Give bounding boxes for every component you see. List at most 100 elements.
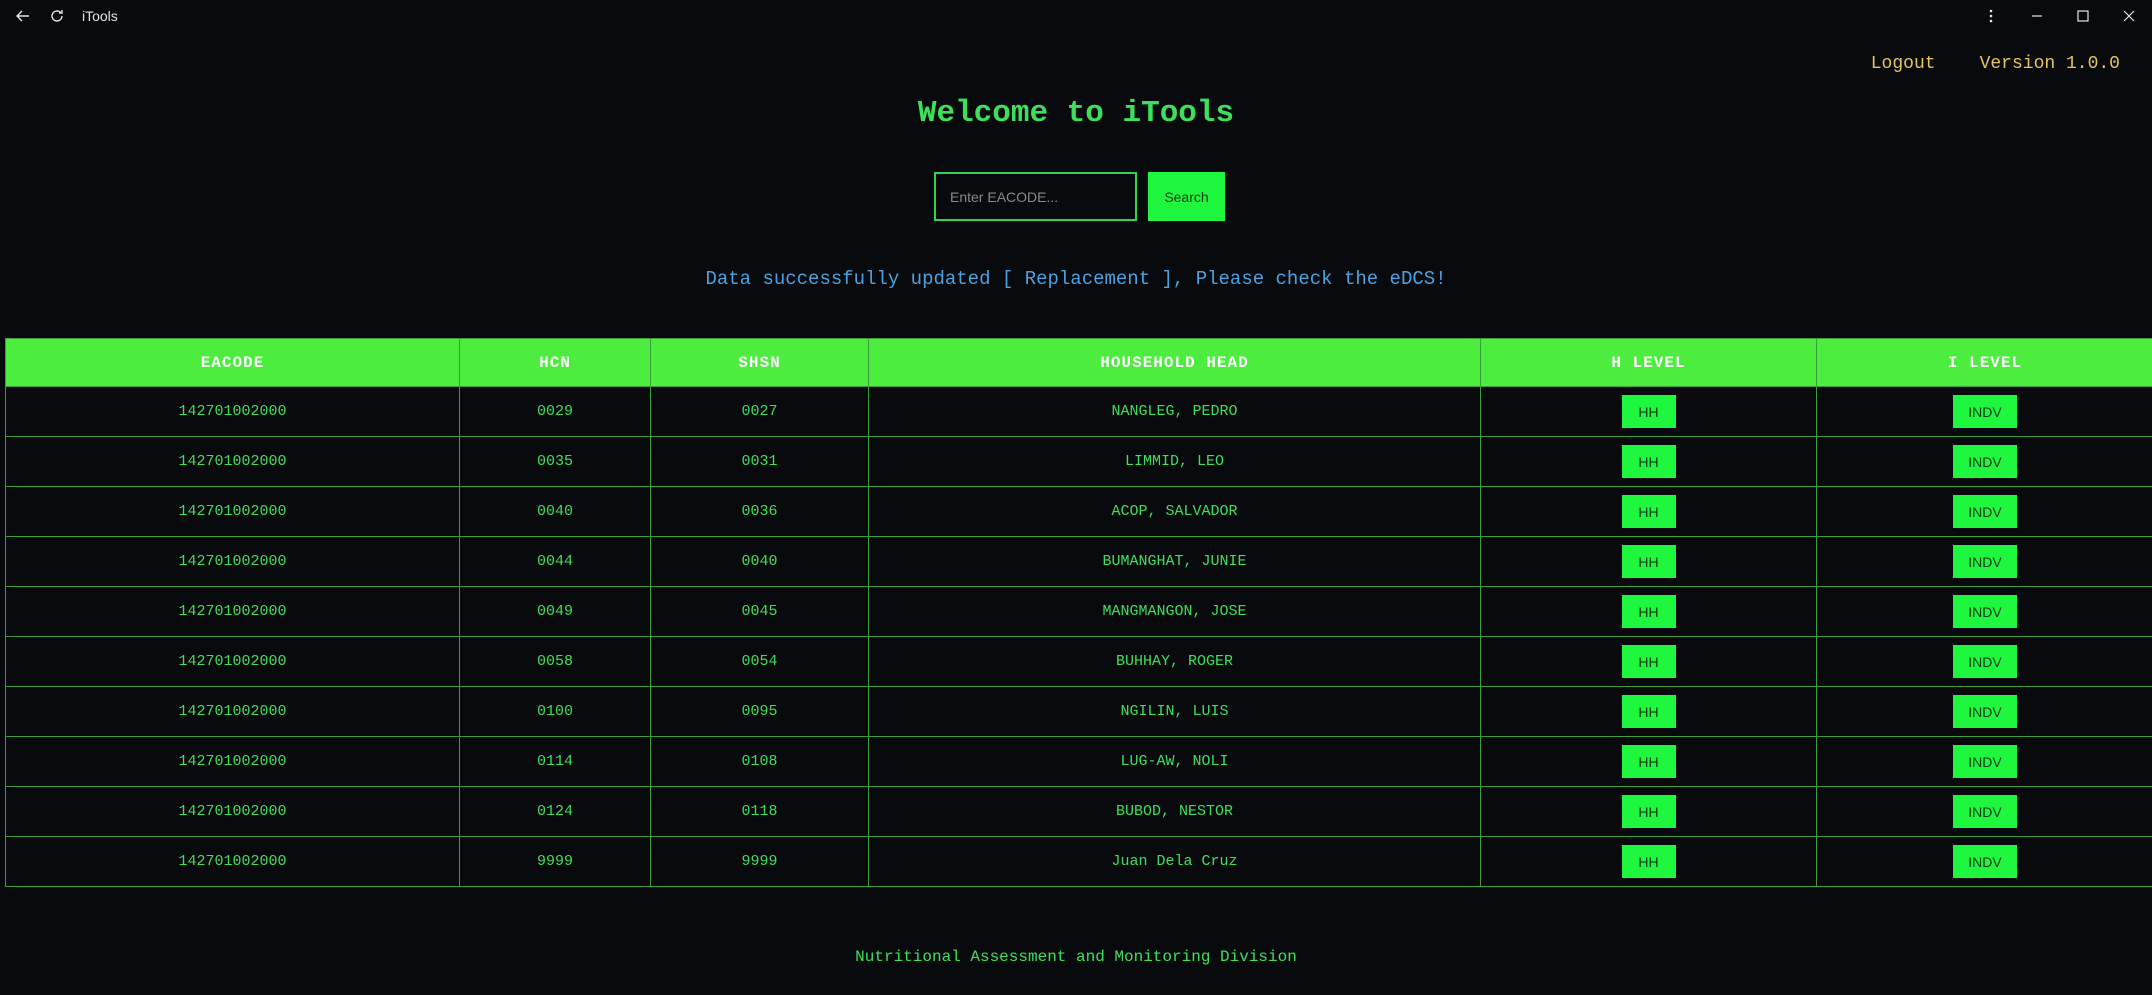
shsn-cell: 0040 (650, 536, 869, 587)
household-head-cell: BUHHAY, ROGER (868, 636, 1481, 687)
table-row: 142701002000 0040 0036 ACOP, SALVADOR HH INDV (5, 486, 2152, 537)
eacode-cell: 142701002000 (5, 836, 460, 887)
household-head-cell: LUG-AW, NOLI (868, 736, 1481, 787)
indv-button[interactable]: INDV (1953, 745, 2017, 778)
i-level-cell: INDV (1816, 736, 2152, 787)
col-header-eacode: EACODE (5, 338, 460, 387)
hcn-cell: 9999 (459, 836, 651, 887)
indv-button[interactable]: INDV (1953, 595, 2017, 628)
hcn-cell: 0029 (459, 386, 651, 437)
refresh-icon[interactable] (40, 0, 74, 32)
indv-button[interactable]: INDV (1953, 795, 2017, 828)
hcn-cell: 0049 (459, 586, 651, 637)
h-level-cell: HH (1480, 386, 1817, 437)
eacode-cell: 142701002000 (5, 486, 460, 537)
hcn-cell: 0058 (459, 636, 651, 687)
h-level-cell: HH (1480, 486, 1817, 537)
more-vertical-icon[interactable] (1968, 0, 2014, 32)
top-nav: Logout Version 1.0.0 (1871, 54, 2120, 74)
h-level-cell: HH (1480, 736, 1817, 787)
col-header-household-head: HOUSEHOLD HEAD (868, 338, 1481, 387)
i-level-cell: INDV (1816, 436, 2152, 487)
hh-button[interactable]: HH (1621, 545, 1676, 578)
table-row: 142701002000 0049 0045 MANGMANGON, JOSE HH IN… (5, 586, 2152, 637)
hcn-cell: 0044 (459, 536, 651, 587)
search-bar: Search (934, 172, 1225, 221)
i-level-cell: INDV (1816, 836, 2152, 887)
version-label: Version 1.0.0 (1979, 54, 2120, 74)
household-head-cell: NANGLEG, PEDRO (868, 386, 1481, 437)
household-head-cell: LIMMID, LEO (868, 436, 1481, 487)
i-level-cell: INDV (1816, 386, 2152, 437)
indv-button[interactable]: INDV (1953, 545, 2017, 578)
shsn-cell: 0095 (650, 686, 869, 737)
h-level-cell: HH (1480, 686, 1817, 737)
shsn-cell: 9999 (650, 836, 869, 887)
search-button[interactable]: Search (1148, 172, 1225, 221)
indv-button[interactable]: INDV (1953, 695, 2017, 728)
h-level-cell: HH (1480, 636, 1817, 687)
indv-button[interactable]: INDV (1953, 645, 2017, 678)
hcn-cell: 0114 (459, 736, 651, 787)
hh-button[interactable]: HH (1621, 795, 1676, 828)
back-arrow-icon[interactable] (6, 0, 40, 32)
hh-button[interactable]: HH (1621, 845, 1676, 878)
eacode-cell: 142701002000 (5, 586, 460, 637)
table-body: 142701002000 0029 0027 NANGLEG, PEDRO HH INDV… (5, 386, 2152, 887)
h-level-cell: HH (1480, 536, 1817, 587)
indv-button[interactable]: INDV (1953, 395, 2017, 428)
eacode-cell: 142701002000 (5, 536, 460, 587)
hh-button[interactable]: HH (1621, 745, 1676, 778)
table-row: 142701002000 0044 0040 BUMANGHAT, JUNIE HH IN… (5, 536, 2152, 587)
h-level-cell: HH (1480, 586, 1817, 637)
eacode-cell: 142701002000 (5, 436, 460, 487)
h-level-cell: HH (1480, 836, 1817, 887)
hh-button[interactable]: HH (1621, 695, 1676, 728)
h-level-cell: HH (1480, 436, 1817, 487)
maximize-icon[interactable] (2060, 0, 2106, 32)
household-table: EACODE HCN SHSN HOUSEHOLD HEAD H LEVEL I… (5, 338, 2152, 887)
hcn-cell: 0100 (459, 686, 651, 737)
i-level-cell: INDV (1816, 536, 2152, 587)
eacode-cell: 142701002000 (5, 386, 460, 437)
i-level-cell: INDV (1816, 636, 2152, 687)
shsn-cell: 0045 (650, 586, 869, 637)
household-head-cell: Juan Dela Cruz (868, 836, 1481, 887)
eacode-cell: 142701002000 (5, 636, 460, 687)
indv-button[interactable]: INDV (1953, 495, 2017, 528)
household-head-cell: MANGMANGON, JOSE (868, 586, 1481, 637)
close-icon[interactable] (2106, 0, 2152, 32)
household-head-cell: BUMANGHAT, JUNIE (868, 536, 1481, 587)
status-message: Data successfully updated [ Replacement … (705, 268, 1447, 290)
shsn-cell: 0027 (650, 386, 869, 437)
household-head-cell: BUBOD, NESTOR (868, 786, 1481, 837)
minimize-icon[interactable] (2014, 0, 2060, 32)
footer-text: Nutritional Assessment and Monitoring Di… (855, 948, 1297, 966)
eacode-cell: 142701002000 (5, 786, 460, 837)
logout-link[interactable]: Logout (1871, 54, 1936, 74)
eacode-cell: 142701002000 (5, 686, 460, 737)
hh-button[interactable]: HH (1621, 395, 1676, 428)
indv-button[interactable]: INDV (1953, 445, 2017, 478)
hh-button[interactable]: HH (1621, 445, 1676, 478)
table-row: 142701002000 0029 0027 NANGLEG, PEDRO HH INDV (5, 386, 2152, 437)
indv-button[interactable]: INDV (1953, 845, 2017, 878)
shsn-cell: 0036 (650, 486, 869, 537)
hcn-cell: 0040 (459, 486, 651, 537)
table-row: 142701002000 0100 0095 NGILIN, LUIS HH INDV (5, 686, 2152, 737)
i-level-cell: INDV (1816, 686, 2152, 737)
hh-button[interactable]: HH (1621, 645, 1676, 678)
household-head-cell: NGILIN, LUIS (868, 686, 1481, 737)
col-header-h-level: H LEVEL (1480, 338, 1817, 387)
table-header-row: EACODE HCN SHSN HOUSEHOLD HEAD H LEVEL I… (5, 338, 2152, 387)
search-input[interactable] (934, 172, 1137, 221)
hh-button[interactable]: HH (1621, 495, 1676, 528)
window-title: iTools (82, 8, 118, 24)
col-header-hcn: HCN (459, 338, 651, 387)
table-row: 142701002000 0124 0118 BUBOD, NESTOR HH INDV (5, 786, 2152, 837)
table-row: 142701002000 9999 9999 Juan Dela Cruz HH INDV (5, 836, 2152, 887)
hh-button[interactable]: HH (1621, 595, 1676, 628)
i-level-cell: INDV (1816, 486, 2152, 537)
title-bar: iTools (0, 0, 2152, 32)
table-row: 142701002000 0114 0108 LUG-AW, NOLI HH INDV (5, 736, 2152, 787)
